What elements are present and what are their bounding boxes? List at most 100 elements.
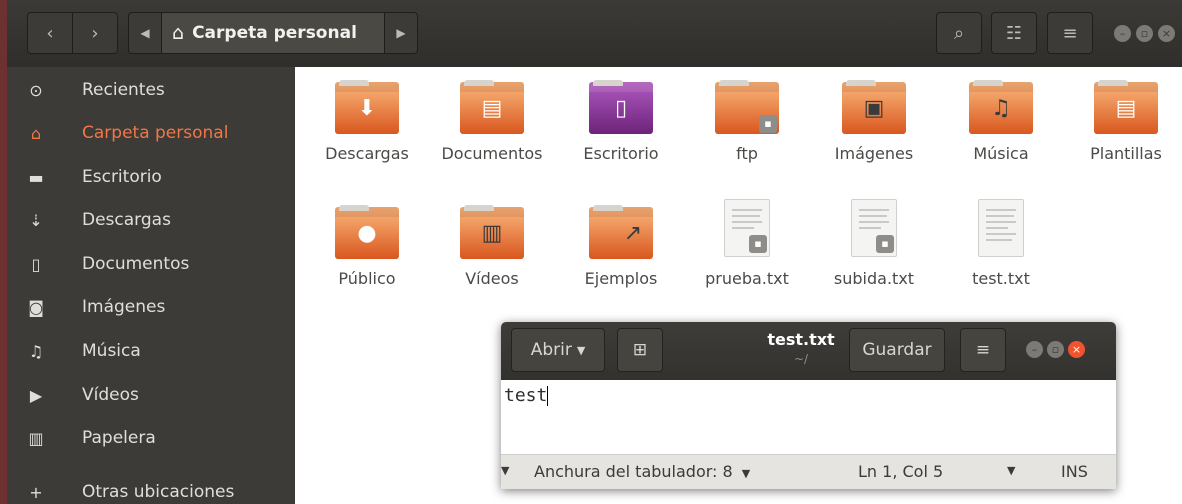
folder-icon: ↗ xyxy=(589,205,653,261)
file-item-escritorio[interactable]: ▯ Escritorio xyxy=(557,80,685,164)
minimize-button[interactable]: – xyxy=(1114,25,1131,42)
file-item-descargas[interactable]: ⬇ Descargas xyxy=(303,80,431,164)
close-icon: × xyxy=(1161,27,1172,40)
editor-close-button[interactable]: × xyxy=(1068,341,1085,358)
menu-button[interactable]: ≡ xyxy=(1047,12,1093,54)
file-name: test.txt xyxy=(972,269,1030,288)
text-file-icon: ▪ xyxy=(851,199,897,257)
sidebar-item-label: Música xyxy=(82,341,141,361)
close-button[interactable]: × xyxy=(1158,25,1175,42)
triangle-right-icon: ▶ xyxy=(396,26,406,40)
sidebar-item-papelera[interactable]: ▥ Papelera xyxy=(7,418,295,458)
desktop-emblem-icon: ▯ xyxy=(614,96,628,121)
sidebar-item-label: Vídeos xyxy=(82,385,139,405)
chevron-down-icon[interactable]: ▼ xyxy=(1007,464,1015,477)
file-item-imagenes[interactable]: ▣ Imágenes xyxy=(810,80,938,164)
file-item-publico[interactable]: ● Público xyxy=(303,205,431,289)
file-item-prueba-txt[interactable]: ▪ prueba.txt xyxy=(683,199,811,289)
user-emblem-icon: ● xyxy=(357,221,377,246)
folder-icon: ♫ xyxy=(969,80,1033,136)
file-item-ftp[interactable]: ▪ ftp xyxy=(683,80,811,164)
sidebar-item-label: Otras ubicaciones xyxy=(82,482,235,502)
file-item-videos[interactable]: ▥ Vídeos xyxy=(428,205,556,289)
sidebar-item-label: Papelera xyxy=(82,428,156,448)
text-value: test xyxy=(504,385,548,406)
sidebar-item-label: Documentos xyxy=(82,254,190,274)
chevron-left-icon: ‹ xyxy=(46,22,54,44)
folder-icon: ● xyxy=(335,205,399,261)
sidebar-item-label: Imágenes xyxy=(82,297,166,317)
insert-mode: INS xyxy=(1061,462,1088,481)
minimize-icon: – xyxy=(1119,27,1126,40)
path-scroll-right-button[interactable]: ▶ xyxy=(384,12,418,54)
sidebar-item-label: Carpeta personal xyxy=(82,123,229,143)
sidebar-item-label: Escritorio xyxy=(82,167,162,187)
file-name: Música xyxy=(973,144,1029,163)
trash-icon: ▥ xyxy=(28,428,44,448)
search-button[interactable]: ⌕ xyxy=(936,12,982,54)
link-emblem-icon: ↗ xyxy=(623,221,643,246)
tab-width-selector[interactable]: Anchura del tabulador: 8 ▼ xyxy=(534,462,750,481)
maximize-button[interactable]: ▫ xyxy=(1136,25,1153,42)
sidebar-item-descargas[interactable]: ⇣ Descargas xyxy=(7,200,295,240)
editor-minimize-button[interactable]: – xyxy=(1026,341,1043,358)
editor-header-bar: Abrir ▼ ⊞ test.txt ~/ Guardar ≡ – ▫ × xyxy=(501,322,1116,380)
sidebar-item-videos[interactable]: ▶ Vídeos xyxy=(7,375,295,415)
home-icon: ⌂ xyxy=(172,22,185,44)
save-button[interactable]: Guardar xyxy=(849,328,945,372)
file-item-ejemplos[interactable]: ↗ Ejemplos xyxy=(557,205,685,289)
forward-button[interactable]: › xyxy=(72,12,118,54)
file-name: Ejemplos xyxy=(584,269,658,288)
picture-emblem-icon: ▣ xyxy=(863,96,885,121)
hamburger-icon: ≡ xyxy=(975,340,991,360)
sidebar-item-musica[interactable]: ♫ Música xyxy=(7,331,295,371)
header-bar: ‹ › ◀ ⌂ Carpeta personal ▶ ⌕ ☷ ≡ – ▫ × xyxy=(7,0,1182,68)
lock-emblem-icon: ▪ xyxy=(876,235,894,253)
sidebar-item-carpeta-personal[interactable]: ⌂ Carpeta personal xyxy=(7,113,295,153)
text-area[interactable]: test xyxy=(501,380,1116,454)
file-name: ftp xyxy=(736,144,758,163)
text-cursor xyxy=(547,386,549,406)
camera-icon: ◙ xyxy=(28,297,44,317)
tab-width-label: Anchura del tabulador: 8 xyxy=(534,462,733,481)
sidebar-item-recientes[interactable]: ⊙ Recientes xyxy=(7,70,295,110)
open-button[interactable]: Abrir ▼ xyxy=(511,328,605,372)
music-icon: ♫ xyxy=(28,341,44,361)
maximize-icon: ▫ xyxy=(1051,343,1060,356)
lock-emblem-icon: ▪ xyxy=(749,235,767,253)
path-scroll-left-button[interactable]: ◀ xyxy=(128,12,162,54)
desktop-folder-icon: ▯ xyxy=(589,80,653,136)
sidebar-item-otras-ubicaciones[interactable]: + Otras ubicaciones xyxy=(7,472,295,504)
text-editor-window: Abrir ▼ ⊞ test.txt ~/ Guardar ≡ – ▫ × te… xyxy=(501,322,1116,489)
folder-icon: ▥ xyxy=(460,205,524,261)
file-item-musica[interactable]: ♫ Música xyxy=(937,80,1065,164)
text-file-icon: ▪ xyxy=(724,199,770,257)
file-name: Descargas xyxy=(325,144,409,163)
editor-maximize-button[interactable]: ▫ xyxy=(1047,341,1064,358)
desktop-folder-icon: ▬ xyxy=(28,167,44,187)
back-button[interactable]: ‹ xyxy=(27,12,73,54)
maximize-icon: ▫ xyxy=(1140,27,1149,40)
chevron-down-icon: ▼ xyxy=(576,343,586,357)
path-bar-label: Carpeta personal xyxy=(192,23,357,43)
editor-menu-button[interactable]: ≡ xyxy=(960,328,1006,372)
path-bar-home-button[interactable]: ⌂ Carpeta personal xyxy=(161,12,385,54)
new-document-button[interactable]: ⊞ xyxy=(617,328,663,372)
file-item-test-txt[interactable]: test.txt xyxy=(937,199,1065,289)
sidebar-item-escritorio[interactable]: ▬ Escritorio xyxy=(7,157,295,197)
file-item-subida-txt[interactable]: ▪ subida.txt xyxy=(810,199,938,289)
file-name: Documentos xyxy=(441,144,543,163)
file-name: subida.txt xyxy=(833,269,915,288)
video-icon: ▶ xyxy=(29,385,43,405)
status-dropdown-left-icon[interactable]: ▼ xyxy=(501,464,509,477)
minimize-icon: – xyxy=(1031,343,1038,356)
sidebar-item-documentos[interactable]: ▯ Documentos xyxy=(7,244,295,284)
film-emblem-icon: ▥ xyxy=(481,221,503,246)
file-item-documentos[interactable]: ▤ Documentos xyxy=(428,80,556,164)
download-icon: ⇣ xyxy=(29,210,43,230)
document-icon: ▯ xyxy=(31,254,41,274)
file-item-plantillas[interactable]: ▤ Plantillas xyxy=(1062,80,1182,164)
cursor-position[interactable]: Ln 1, Col 5 xyxy=(858,462,943,481)
sidebar-item-imagenes[interactable]: ◙ Imágenes xyxy=(7,287,295,327)
view-options-button[interactable]: ☷ xyxy=(991,12,1037,54)
